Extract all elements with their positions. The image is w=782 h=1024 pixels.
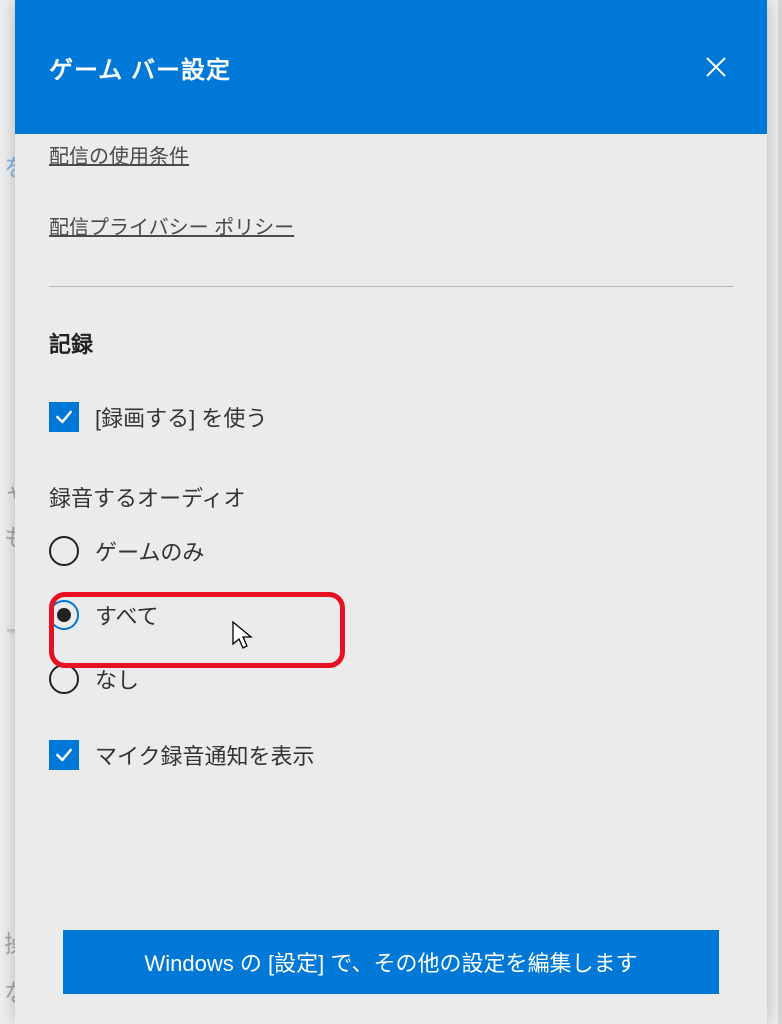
open-windows-settings-button[interactable]: Windows の [設定] で、その他の設定を編集します <box>63 930 719 994</box>
button-label: Windows の [設定] で、その他の設定を編集します <box>145 946 638 978</box>
checkmark-icon <box>54 407 74 427</box>
section-title: 記録 <box>49 327 733 359</box>
radio-indicator <box>49 664 79 694</box>
close-button[interactable] <box>693 44 739 90</box>
divider <box>49 286 733 287</box>
checkbox-label: [録画する] を使う <box>95 401 267 433</box>
radio-indicator <box>49 600 79 630</box>
page-scrollbar[interactable] <box>778 0 782 1024</box>
checkbox-use-record[interactable]: [録画する] を使う <box>49 401 733 433</box>
checkbox-label: マイク録音通知を表示 <box>95 739 315 771</box>
dialog-title: ゲーム バー設定 <box>49 50 231 85</box>
checkbox-mic-notify[interactable]: マイク録音通知を表示 <box>49 739 733 771</box>
dialog-header: ゲーム バー設定 <box>15 0 767 134</box>
checkmark-icon <box>54 745 74 765</box>
checkbox-box <box>49 402 79 432</box>
radio-label: すべて <box>95 599 159 631</box>
radio-all[interactable]: すべて <box>49 597 733 633</box>
settings-dialog: ゲーム バー設定 配信の使用条件 配信プライバシー ポリシー 記録 [録画する]… <box>15 0 767 1024</box>
radio-none[interactable]: なし <box>49 661 733 697</box>
radio-label: なし <box>95 663 139 695</box>
radio-indicator <box>49 536 79 566</box>
dialog-body: 配信の使用条件 配信プライバシー ポリシー 記録 [録画する] を使う 録音する… <box>15 134 767 771</box>
checkbox-box <box>49 740 79 770</box>
radio-label: ゲームのみ <box>95 535 204 567</box>
link-terms[interactable]: 配信の使用条件 <box>49 140 189 169</box>
link-privacy[interactable]: 配信プライバシー ポリシー <box>49 211 294 240</box>
close-icon <box>704 55 728 79</box>
audio-group-label: 録音するオーディオ <box>49 481 733 513</box>
radio-game-only[interactable]: ゲームのみ <box>49 533 733 569</box>
